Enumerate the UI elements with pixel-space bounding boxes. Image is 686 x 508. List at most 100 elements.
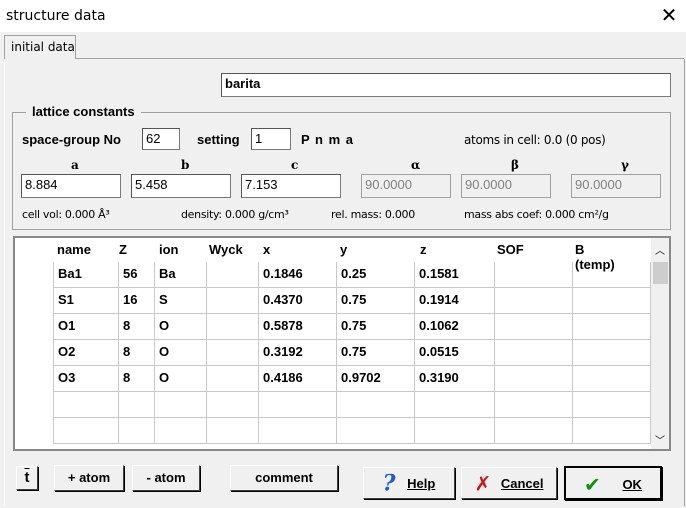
table-cell[interactable] <box>415 418 495 444</box>
table-cell[interactable] <box>495 418 573 444</box>
table-cell[interactable] <box>155 418 207 444</box>
space-group-field[interactable]: 62 <box>142 128 180 150</box>
table-cell[interactable]: O <box>155 314 207 340</box>
table-cell[interactable] <box>53 392 119 418</box>
table-cell[interactable] <box>573 314 651 340</box>
column-header[interactable]: Z <box>119 242 127 257</box>
table-cell[interactable] <box>119 392 155 418</box>
table-cell[interactable]: 0.0515 <box>415 340 495 366</box>
table-cell[interactable] <box>415 392 495 418</box>
table-cell[interactable]: S <box>155 288 207 314</box>
table-cell[interactable]: 0.3190 <box>415 366 495 392</box>
table-cell[interactable] <box>495 392 573 418</box>
table-cell[interactable] <box>259 418 337 444</box>
table-cell[interactable]: 0.75 <box>337 314 415 340</box>
column-header[interactable]: name <box>57 242 91 257</box>
column-header[interactable]: SOF <box>497 242 524 257</box>
param-label: γ <box>621 158 629 172</box>
table-cell[interactable] <box>573 288 651 314</box>
table-cell[interactable] <box>119 418 155 444</box>
table-cell[interactable]: 8 <box>119 340 155 366</box>
toggle-table-button[interactable]: t <box>16 466 38 490</box>
table-cell[interactable] <box>495 314 573 340</box>
table-cell[interactable]: 0.4186 <box>259 366 337 392</box>
table-cell[interactable]: O1 <box>53 314 119 340</box>
table-cell[interactable]: 0.3192 <box>259 340 337 366</box>
relative-mass: rel. mass: 0.000 <box>331 208 415 221</box>
table-cell[interactable]: 0.5878 <box>259 314 337 340</box>
table-cell[interactable]: 0.25 <box>337 262 415 288</box>
table-cell[interactable] <box>207 262 259 288</box>
table-cell[interactable] <box>573 418 651 444</box>
close-icon[interactable]: ✕ <box>658 4 680 26</box>
cancel-button[interactable]: ✗ Cancel <box>461 467 557 499</box>
table-cell[interactable] <box>207 314 259 340</box>
table-cell[interactable] <box>495 288 573 314</box>
table-cell[interactable] <box>337 418 415 444</box>
table-cell[interactable] <box>207 418 259 444</box>
structure-name-field[interactable]: barita <box>221 73 671 97</box>
table-cell[interactable]: O3 <box>53 366 119 392</box>
lattice-group-label: lattice constants <box>26 104 141 119</box>
comment-button[interactable]: comment <box>230 465 338 491</box>
scroll-up-icon[interactable]: ︿ <box>655 242 665 257</box>
table-cell[interactable] <box>155 392 207 418</box>
table-cell[interactable]: 8 <box>119 314 155 340</box>
add-atom-button[interactable]: + atom <box>54 465 124 491</box>
ok-check-icon: ✔ <box>584 472 601 497</box>
table-cell[interactable] <box>337 392 415 418</box>
param-field[interactable]: 90.0000 <box>571 174 661 198</box>
table-cell[interactable]: 0.9702 <box>337 366 415 392</box>
table-cell[interactable]: 0.75 <box>337 340 415 366</box>
table-cell[interactable] <box>207 340 259 366</box>
table-cell[interactable]: Ba1 <box>53 262 119 288</box>
param-field[interactable]: 8.884 <box>21 174 121 198</box>
table-cell[interactable] <box>207 366 259 392</box>
table-cell[interactable]: 0.1914 <box>415 288 495 314</box>
table-cell[interactable] <box>207 288 259 314</box>
table-cell[interactable]: 8 <box>119 366 155 392</box>
table-cell[interactable]: 0.1846 <box>259 262 337 288</box>
table-cell[interactable]: O2 <box>53 340 119 366</box>
table-cell[interactable]: O <box>155 366 207 392</box>
table-cell[interactable]: 16 <box>119 288 155 314</box>
column-header[interactable]: Wyck <box>209 242 243 257</box>
table-cell[interactable]: 0.1062 <box>415 314 495 340</box>
scroll-thumb[interactable] <box>653 262 668 284</box>
table-cell[interactable]: Ba <box>155 262 207 288</box>
setting-field[interactable]: 1 <box>251 128 291 150</box>
table-cell[interactable] <box>207 392 259 418</box>
column-header[interactable]: z <box>420 242 427 257</box>
scroll-down-icon[interactable]: ﹀ <box>655 432 665 447</box>
table-cell[interactable] <box>259 392 337 418</box>
remove-atom-button[interactable]: - atom <box>132 465 200 491</box>
column-header[interactable]: y <box>340 242 347 257</box>
table-cell[interactable]: 0.75 <box>337 288 415 314</box>
table-cell[interactable] <box>573 340 651 366</box>
param-field[interactable]: 90.0000 <box>461 174 551 198</box>
space-group-symbol: P n m a <box>301 132 355 147</box>
table-cell[interactable] <box>573 392 651 418</box>
table-cell[interactable] <box>495 340 573 366</box>
table-cell[interactable] <box>53 418 119 444</box>
tab-initial-data[interactable]: initial data <box>4 35 76 59</box>
table-cell[interactable] <box>495 366 573 392</box>
table-cell[interactable] <box>495 262 573 288</box>
param-field[interactable]: 90.0000 <box>361 174 451 198</box>
column-header[interactable]: x <box>263 242 270 257</box>
table-cell[interactable] <box>573 366 651 392</box>
table-cell[interactable]: 0.4370 <box>259 288 337 314</box>
column-header[interactable]: ion <box>159 242 179 257</box>
table-cell[interactable] <box>573 262 651 288</box>
table-cell[interactable]: 0.1581 <box>415 262 495 288</box>
cancel-label: Cancel <box>500 475 544 491</box>
table-scrollbar[interactable]: ︿ ﹀ <box>651 238 669 449</box>
table-cell[interactable]: O <box>155 340 207 366</box>
help-button[interactable]: ? Help <box>363 467 455 499</box>
table-cell[interactable]: S1 <box>53 288 119 314</box>
param-field[interactable]: 5.458 <box>131 174 231 198</box>
table-cell[interactable]: 56 <box>119 262 155 288</box>
param-field[interactable]: 7.153 <box>241 174 341 198</box>
param-label: β <box>511 158 519 172</box>
ok-button[interactable]: ✔ OK <box>564 466 662 500</box>
